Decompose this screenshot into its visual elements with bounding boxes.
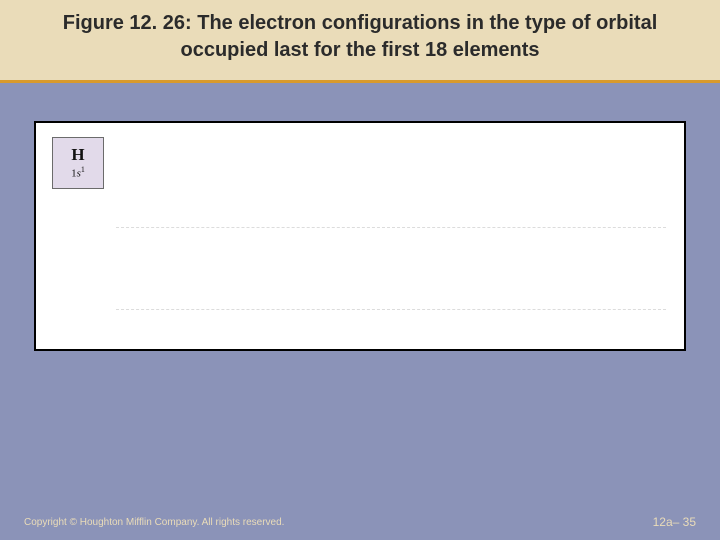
slide-number: 12a– 35 [653,515,696,529]
element-cell-h: H 1s1 [52,137,104,189]
title-band: Figure 12. 26: The electron configuratio… [0,0,720,80]
row-divider [116,309,666,310]
footer: Copyright © Houghton Mifflin Company. Al… [0,510,720,540]
element-symbol: H [71,146,84,163]
content-area: H 1s1 [0,83,720,351]
figure-box: H 1s1 [34,121,686,351]
slide-title: Figure 12. 26: The electron configuratio… [28,10,692,64]
row-divider [116,227,666,228]
copyright-text: Copyright © Houghton Mifflin Company. Al… [24,517,284,528]
element-config: 1s1 [71,166,85,180]
slide: Figure 12. 26: The electron configuratio… [0,0,720,540]
